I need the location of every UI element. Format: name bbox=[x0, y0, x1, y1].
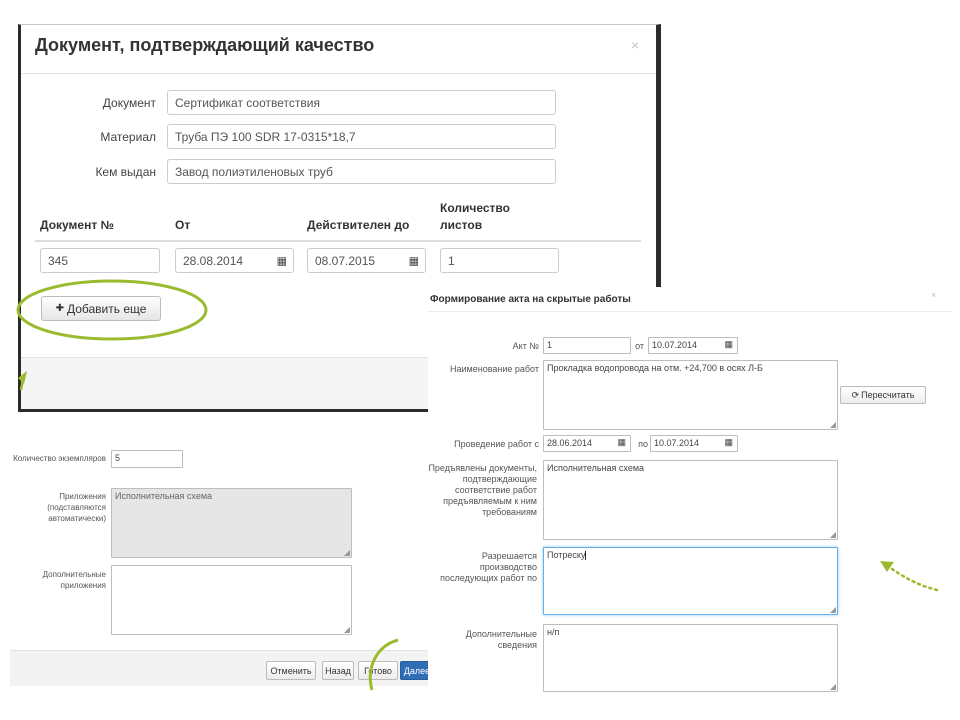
annotation-overlay bbox=[16, 279, 939, 691]
dotted-arrow-line bbox=[886, 564, 939, 592]
highlight-arc-next bbox=[368, 638, 399, 691]
arrow-head-icon bbox=[18, 371, 27, 384]
highlight-ellipse-add-more bbox=[16, 279, 208, 341]
